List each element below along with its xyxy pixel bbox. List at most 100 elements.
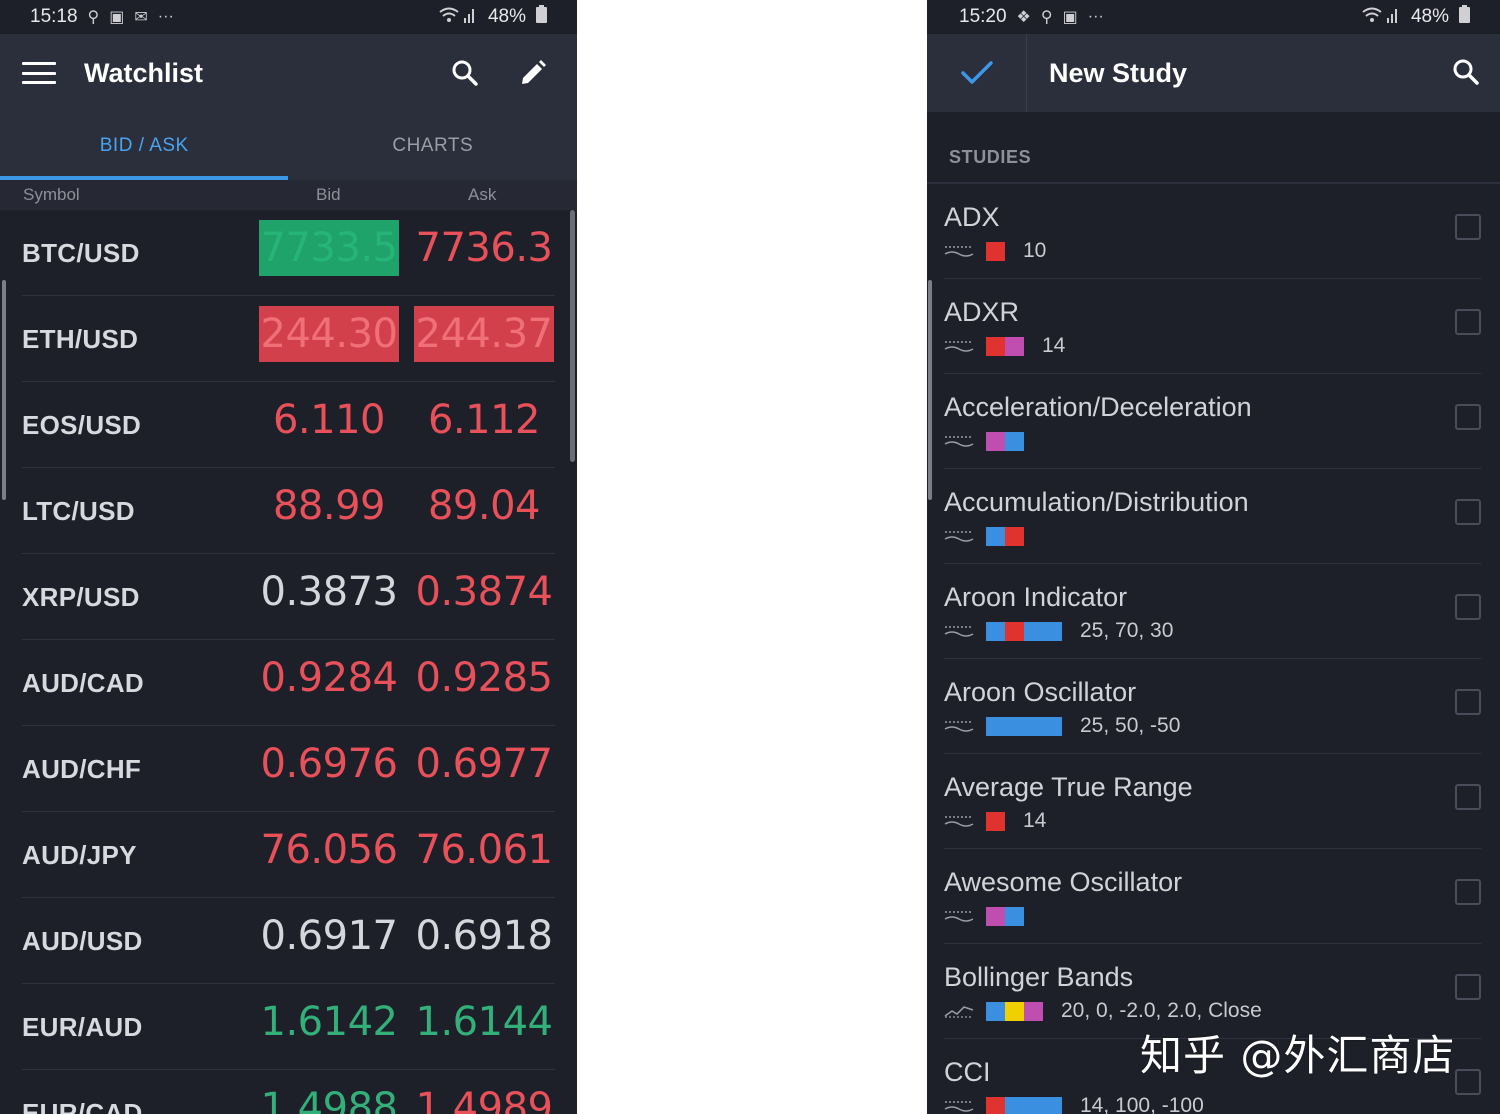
- quote-row[interactable]: AUD/CHF 0.6976 0.6977: [22, 726, 555, 812]
- study-params: 10: [1023, 239, 1047, 262]
- study-item[interactable]: ADX 10: [944, 184, 1481, 279]
- study-item[interactable]: Awesome Oscillator: [944, 849, 1481, 944]
- quote-symbol: EUR/CAD: [22, 1098, 143, 1114]
- study-item[interactable]: ADXR 14: [944, 279, 1481, 374]
- study-item[interactable]: Average True Range 14: [944, 754, 1481, 849]
- study-name: Aroon Oscillator: [944, 677, 1137, 707]
- ask-price[interactable]: 244.37: [414, 306, 554, 362]
- tab-bid-ask[interactable]: BID / ASK: [0, 112, 289, 180]
- bid-price[interactable]: 7733.5: [259, 220, 399, 276]
- ask-price[interactable]: 0.6977: [414, 736, 554, 792]
- quote-row[interactable]: AUD/CAD 0.9284 0.9285: [22, 640, 555, 726]
- bid-price[interactable]: 244.30: [259, 306, 399, 362]
- bid-price[interactable]: 0.6976: [259, 736, 399, 792]
- bid-price[interactable]: 0.9284: [259, 650, 399, 706]
- column-header-ask[interactable]: Ask: [468, 185, 496, 205]
- study-checkbox[interactable]: [1455, 499, 1481, 525]
- quote-row[interactable]: LTC/USD 88.99 89.04: [22, 468, 555, 554]
- quote-row[interactable]: XRP/USD 0.3873 0.3874: [22, 554, 555, 640]
- study-checkbox[interactable]: [1455, 879, 1481, 905]
- bid-price[interactable]: 1.6142: [259, 994, 399, 1050]
- ask-price[interactable]: 1.6144: [414, 994, 554, 1050]
- study-checkbox[interactable]: [1455, 214, 1481, 240]
- ask-price[interactable]: 7736.3: [414, 220, 554, 276]
- study-name: Accumulation/Distribution: [944, 487, 1249, 517]
- line-style-icon: [944, 911, 974, 922]
- bid-price[interactable]: 76.056: [259, 822, 399, 878]
- edit-pencil-icon[interactable]: [517, 57, 549, 89]
- ask-price[interactable]: 0.6918: [414, 908, 554, 964]
- status-time: 15:18: [30, 6, 78, 27]
- ask-price[interactable]: 0.3874: [414, 564, 554, 620]
- app-bar: Watchlist: [0, 34, 577, 112]
- study-checkbox[interactable]: [1455, 689, 1481, 715]
- quote-row[interactable]: BTC/USD 7733.5 7736.3: [22, 210, 555, 296]
- watermark: 知乎 @外汇商店: [1140, 1031, 1456, 1080]
- usb-icon: ⚲: [87, 9, 100, 26]
- mail-icon: ✉: [134, 9, 148, 26]
- bid-price[interactable]: 0.6917: [259, 908, 399, 964]
- line-style-icon: [944, 1101, 974, 1112]
- battery-percent: 48%: [487, 6, 526, 27]
- bid-price[interactable]: 88.99: [259, 478, 399, 534]
- study-checkbox[interactable]: [1455, 404, 1481, 430]
- menu-icon[interactable]: [22, 62, 56, 84]
- study-params: 25, 50, -50: [1080, 714, 1181, 737]
- study-item[interactable]: Acceleration/Deceleration: [944, 374, 1481, 469]
- line-style-icon: [944, 246, 974, 257]
- quote-symbol: BTC/USD: [22, 238, 140, 268]
- ask-price[interactable]: 0.9285: [414, 650, 554, 706]
- study-item[interactable]: Aroon Oscillator 25, 50, -50: [944, 659, 1481, 754]
- line-style-icon: [944, 341, 974, 352]
- column-header-bid[interactable]: Bid: [316, 185, 341, 205]
- color-swatches: [986, 906, 1024, 926]
- quote-row[interactable]: EOS/USD 6.110 6.112: [22, 382, 555, 468]
- column-headers: Symbol Bid Ask: [0, 180, 577, 210]
- section-header-studies: STUDIES: [927, 112, 1500, 184]
- search-icon[interactable]: [449, 57, 481, 89]
- scrollbar[interactable]: [570, 210, 575, 462]
- ask-price[interactable]: 89.04: [414, 478, 554, 534]
- study-params: 14: [1042, 334, 1066, 357]
- line-style-icon: [944, 531, 974, 542]
- color-swatches: [986, 1001, 1043, 1021]
- study-name: Average True Range: [944, 772, 1193, 802]
- line-style-icon: [944, 626, 974, 637]
- confirm-check-icon[interactable]: [927, 34, 1027, 112]
- tab-charts[interactable]: CHARTS: [289, 112, 578, 180]
- bid-price[interactable]: 0.3873: [259, 564, 399, 620]
- gallery-icon: ▣: [1062, 9, 1078, 26]
- study-item[interactable]: Aroon Indicator 25, 70, 30: [944, 564, 1481, 659]
- quote-row[interactable]: AUD/JPY 76.056 76.061: [22, 812, 555, 898]
- bid-price[interactable]: 6.110: [259, 392, 399, 448]
- ask-price[interactable]: 6.112: [414, 392, 554, 448]
- quote-row[interactable]: EUR/AUD 1.6142 1.6144: [22, 984, 555, 1070]
- quote-symbol: AUD/CAD: [22, 668, 144, 698]
- color-swatches: [986, 241, 1005, 261]
- edge-panel-handle[interactable]: [928, 280, 932, 500]
- quote-row[interactable]: EUR/CAD 1.4988 1.4989: [22, 1070, 555, 1114]
- study-name: ADX: [944, 202, 1000, 232]
- study-name: ADXR: [944, 297, 1020, 327]
- app-bar: New Study: [927, 34, 1500, 112]
- study-item[interactable]: Accumulation/Distribution: [944, 469, 1481, 564]
- study-checkbox[interactable]: [1455, 974, 1481, 1000]
- search-icon[interactable]: [1450, 56, 1482, 88]
- study-checkbox[interactable]: [1455, 594, 1481, 620]
- quote-row[interactable]: ETH/USD 244.30 244.37: [22, 296, 555, 382]
- quote-row[interactable]: AUD/USD 0.6917 0.6918: [22, 898, 555, 984]
- color-swatches: [986, 431, 1024, 451]
- bid-price[interactable]: 1.4988: [259, 1080, 399, 1114]
- study-list: ADX 10 ADXR 14 Acceleration/Deceleration: [927, 184, 1500, 1114]
- study-checkbox[interactable]: [1455, 1069, 1481, 1095]
- edge-panel-handle[interactable]: [2, 280, 6, 500]
- study-checkbox[interactable]: [1455, 784, 1481, 810]
- ask-price[interactable]: 1.4989: [414, 1080, 554, 1114]
- ask-price[interactable]: 76.061: [414, 822, 554, 878]
- status-bar: 15:20 ❖ ⚲ ▣ ··· 48%: [927, 0, 1500, 34]
- quote-symbol: EOS/USD: [22, 410, 142, 440]
- study-params: 20, 0, -2.0, 2.0, Close: [1061, 999, 1262, 1022]
- page-title: Watchlist: [84, 57, 204, 88]
- column-header-symbol[interactable]: Symbol: [23, 185, 80, 205]
- study-checkbox[interactable]: [1455, 309, 1481, 335]
